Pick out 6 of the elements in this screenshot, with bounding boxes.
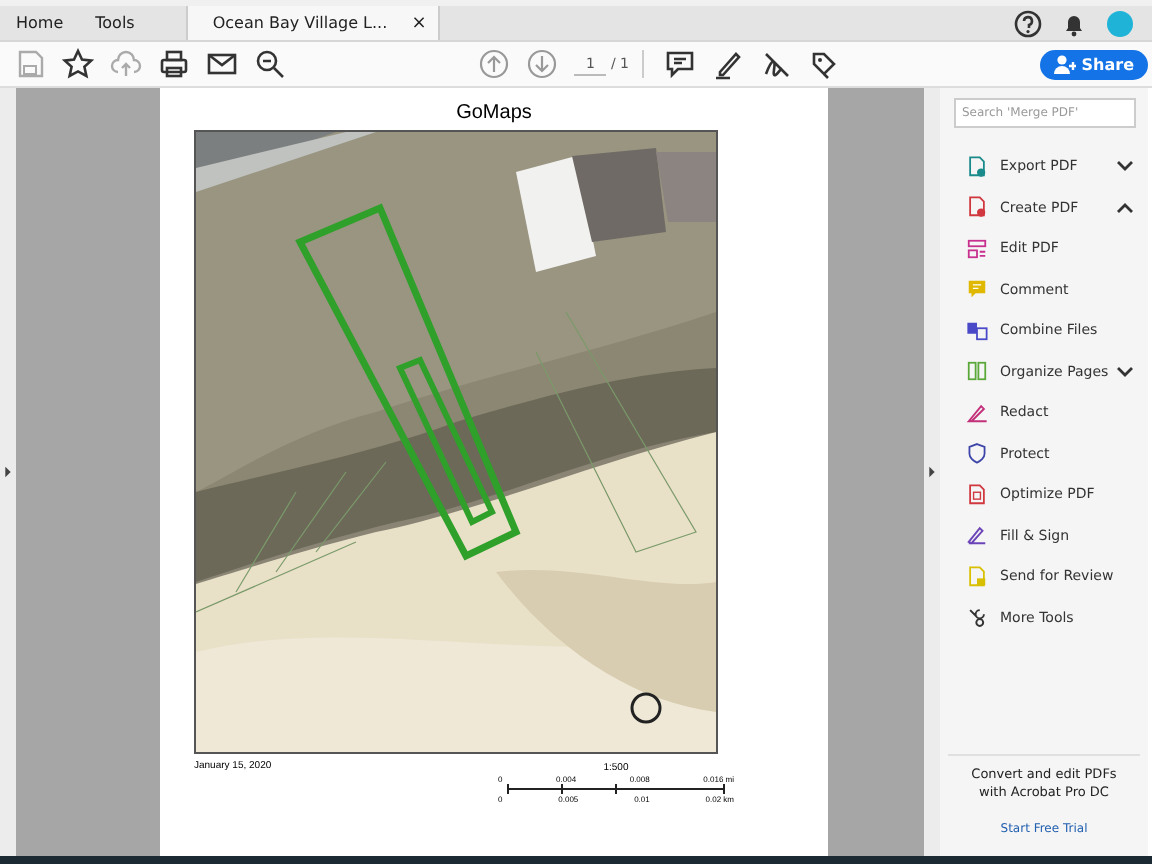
tab[interactable]: Tools bbox=[79, 6, 151, 40]
map-title: GoMaps bbox=[456, 102, 532, 124]
close-tab-button[interactable]: × bbox=[411, 13, 427, 33]
tab[interactable]: Home bbox=[0, 6, 80, 40]
tab[interactable]: Ocean Bay Village L... × bbox=[186, 6, 441, 40]
share-button[interactable]: Share bbox=[1039, 49, 1148, 79]
